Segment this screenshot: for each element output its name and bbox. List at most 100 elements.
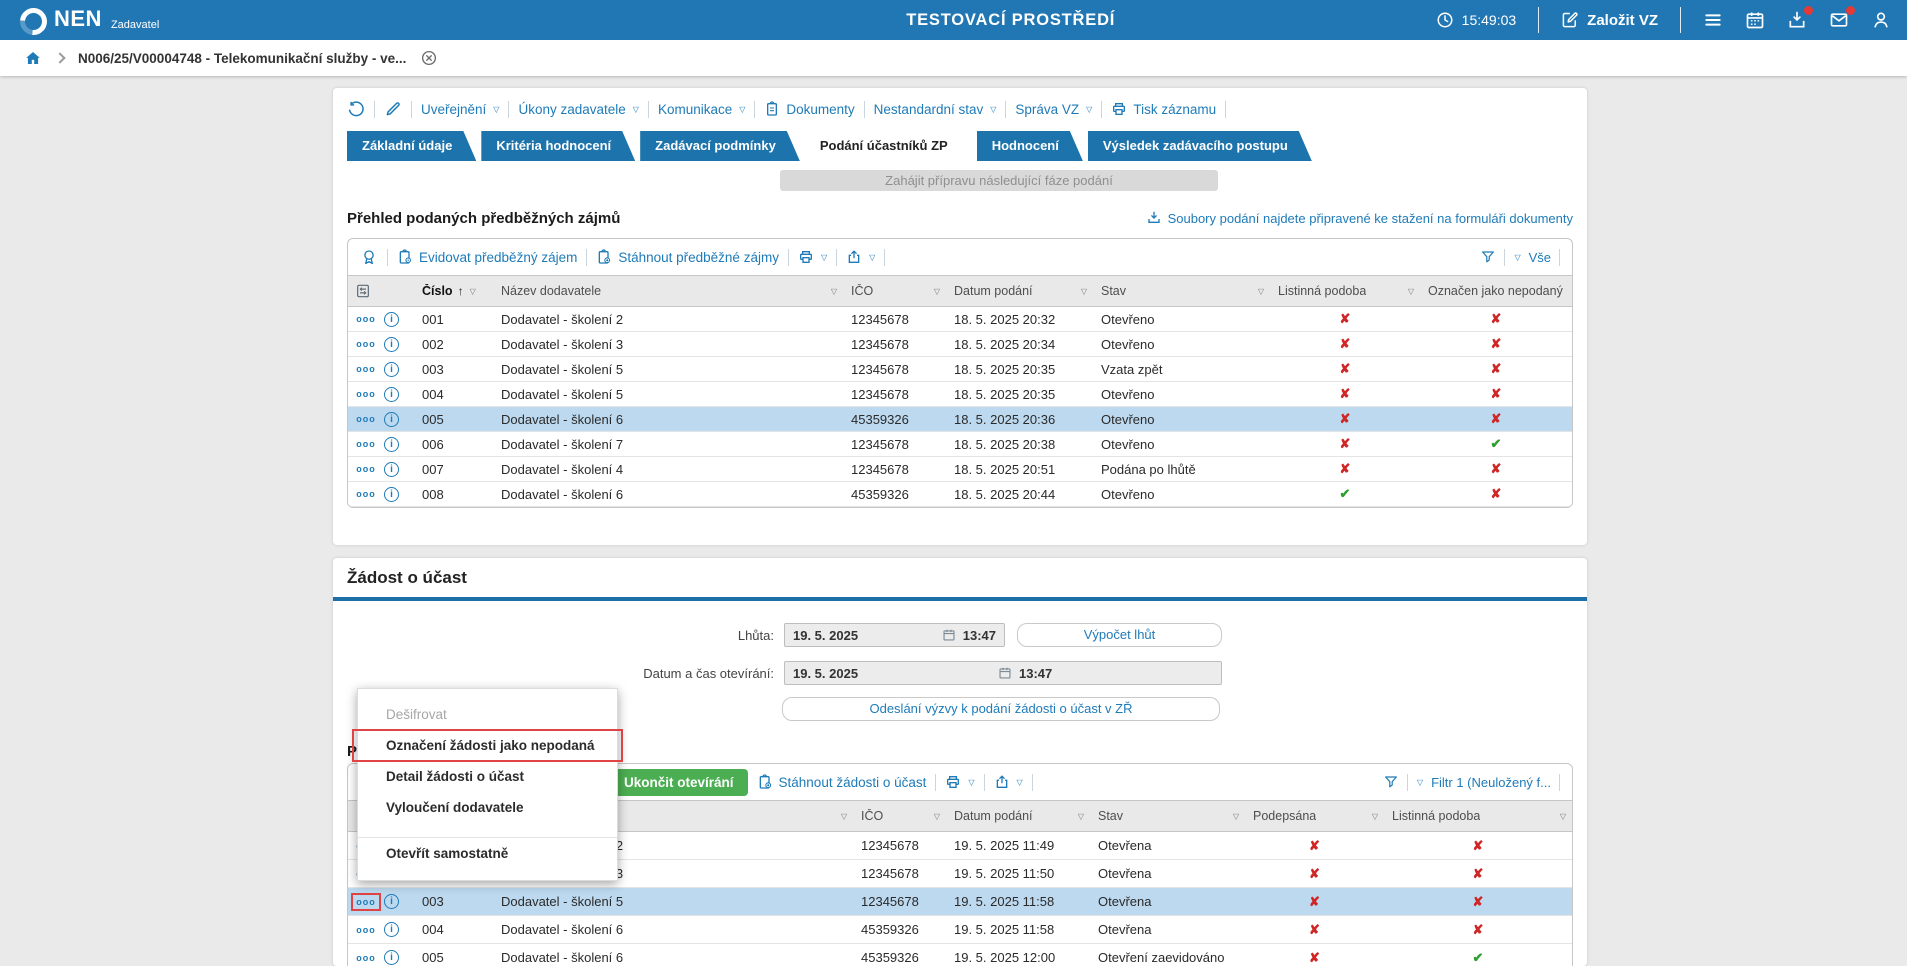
create-vz-button[interactable]: Založit VZ — [1561, 11, 1658, 29]
info-icon[interactable]: i — [384, 312, 399, 327]
table-row[interactable]: ooo i 005 Dodavatel - školení 6 45359326… — [348, 407, 1572, 432]
column-header-cislo[interactable]: Číslo ↑ ▽ — [414, 276, 493, 306]
menu-uverejneni[interactable]: Uveřejnění▽ — [421, 102, 499, 117]
stahnout-predbezne-zajmy-button[interactable]: Stáhnout předběžné zájmy — [596, 249, 779, 265]
main-menu-button[interactable] — [1703, 10, 1723, 30]
menu-ukony-zadavatele[interactable]: Úkony zadavatele▽ — [518, 102, 638, 117]
info-icon[interactable]: i — [384, 337, 399, 352]
filter-preset-value[interactable]: Vše — [1529, 250, 1551, 265]
ukoncit-oteviani-button[interactable]: Ukončit otevírání — [610, 769, 748, 796]
breadcrumb-item[interactable]: N006/25/V00004748 - Telekomunikační služ… — [78, 51, 406, 66]
row-actions-button[interactable]: ooo — [356, 953, 376, 963]
close-tab-icon[interactable] — [420, 49, 438, 67]
filter-chevron-icon[interactable]: ▽ — [1258, 287, 1264, 296]
table-row[interactable]: ooo i 006 Dodavatel - školení 7 12345678… — [348, 432, 1572, 457]
print-table-button[interactable]: ▽ — [798, 249, 827, 265]
filter-chevron-icon[interactable]: ▽ — [831, 287, 837, 296]
info-icon[interactable]: i — [384, 387, 399, 402]
filter-icon[interactable] — [1383, 774, 1399, 790]
table-row[interactable]: ooo i 008 Dodavatel - školení 6 45359326… — [348, 482, 1572, 507]
stahnout-zadosti-button[interactable]: Stáhnout žádosti o účast — [757, 774, 927, 790]
table-row[interactable]: ooo i 004 Dodavatel - školení 5 12345678… — [348, 382, 1572, 407]
user-profile-button[interactable] — [1871, 10, 1891, 30]
column-header-nepodany[interactable]: Označen jako nepodaný — [1420, 276, 1572, 306]
export-table-button[interactable]: ▽ — [994, 774, 1023, 790]
info-icon[interactable]: i — [384, 894, 399, 909]
info-icon[interactable]: i — [384, 437, 399, 452]
tab[interactable]: Kritéria hodnocení — [481, 131, 635, 161]
menu-komunikace[interactable]: Komunikace▽ — [658, 102, 745, 117]
menu-sprava-vz[interactable]: Správa VZ▽ — [1015, 102, 1092, 117]
info-icon[interactable]: i — [384, 950, 399, 965]
rosette-icon[interactable] — [360, 248, 378, 266]
column-header-datum[interactable]: Datum podání▽ — [946, 276, 1093, 306]
tab[interactable]: Hodnocení — [977, 131, 1083, 161]
chevron-down-icon[interactable]: ▽ — [1417, 778, 1423, 787]
column-header-stav[interactable]: Stav▽ — [1093, 276, 1270, 306]
context-menu-item[interactable]: Detail žádosti o účast — [358, 761, 617, 792]
calendar-mini-icon[interactable] — [942, 628, 956, 642]
calendar-mini-icon[interactable] — [998, 666, 1012, 680]
lhuta-date-value[interactable]: 19. 5. 2025 — [793, 628, 858, 643]
row-actions-button[interactable]: ooo — [356, 464, 376, 474]
table-row[interactable]: ooo i 004 Dodavatel - školení 6 45359326… — [348, 916, 1572, 944]
info-icon[interactable]: i — [384, 922, 399, 937]
start-next-phase-button[interactable]: Zahájit přípravu následující fáze podání — [780, 170, 1218, 191]
messages-button[interactable] — [1829, 10, 1849, 30]
filter-chevron-icon[interactable]: ▽ — [1078, 812, 1084, 821]
table-row[interactable]: ooo i 007 Dodavatel - školení 4 12345678… — [348, 457, 1572, 482]
filter-chevron-icon[interactable]: ▽ — [841, 812, 847, 821]
tab[interactable]: Základní údaje — [347, 131, 476, 161]
history-icon[interactable] — [347, 100, 365, 118]
table-row[interactable]: ooo i 002 Dodavatel - školení 3 12345678… — [348, 332, 1572, 357]
table-row[interactable]: ooo i 001 Dodavatel - školení 2 12345678… — [348, 307, 1572, 332]
downloads-button[interactable] — [1787, 10, 1807, 30]
row-actions-button[interactable]: ooo — [356, 339, 376, 349]
filter-chevron-icon[interactable]: ▽ — [934, 812, 940, 821]
column-header-listinna[interactable]: Listinná podoba▽ — [1270, 276, 1420, 306]
row-actions-button[interactable]: ooo — [356, 389, 376, 399]
app-logo[interactable]: NEN Zadavatel — [0, 6, 159, 35]
oteviani-input[interactable]: 19. 5. 2025 13:47 — [784, 661, 1222, 685]
column-header-podepsana[interactable]: Podepsána▽ — [1245, 801, 1384, 831]
tab[interactable]: Podání účastníků ZP — [805, 131, 972, 161]
column-settings-icon[interactable] — [355, 283, 371, 299]
info-icon[interactable]: i — [384, 487, 399, 502]
column-header-stav[interactable]: Stav▽ — [1090, 801, 1245, 831]
home-icon[interactable] — [24, 49, 42, 67]
tab[interactable]: Výsledek zadávacího postupu — [1088, 131, 1312, 161]
export-table-button[interactable]: ▽ — [846, 249, 875, 265]
oteviani-date-value[interactable]: 19. 5. 2025 — [793, 666, 991, 681]
column-header-nazev[interactable]: Název dodavatele▽ — [493, 276, 843, 306]
info-icon[interactable]: i — [384, 412, 399, 427]
row-actions-button[interactable]: ooo — [356, 439, 376, 449]
row-actions-button[interactable]: ooo — [356, 364, 376, 374]
column-header-ico[interactable]: IČO▽ — [843, 276, 946, 306]
context-menu-item[interactable]: Dešifrovat — [358, 699, 617, 730]
filter-chevron-icon[interactable]: ▽ — [934, 287, 940, 296]
column-header-listinna[interactable]: Listinná podoba▽ — [1384, 801, 1572, 831]
table-row[interactable]: ooo i 003 Dodavatel - školení 5 12345678… — [348, 888, 1572, 916]
filter-chevron-icon[interactable]: ▽ — [1560, 812, 1566, 821]
table-row[interactable]: ooo i 003 Dodavatel - školení 5 12345678… — [348, 357, 1572, 382]
context-menu-item[interactable]: Vyloučení dodavatele — [358, 792, 617, 823]
info-icon[interactable]: i — [384, 462, 399, 477]
submissions-download-link[interactable]: Soubory podání najdete připravené ke sta… — [1146, 210, 1573, 226]
row-actions-button[interactable]: ooo — [356, 414, 376, 424]
oteviani-time-value[interactable]: 13:47 — [1019, 666, 1052, 681]
menu-nestandardni-stav[interactable]: Nestandardní stav▽ — [874, 102, 997, 117]
filter-chevron-icon[interactable]: ▽ — [470, 287, 476, 296]
row-actions-button[interactable]: ooo — [356, 897, 376, 907]
row-actions-button[interactable]: ooo — [356, 489, 376, 499]
column-header-ico[interactable]: IČO▽ — [853, 801, 946, 831]
table-row[interactable]: ooo i 005 Dodavatel - školení 6 45359326… — [348, 944, 1572, 966]
filter-icon[interactable] — [1480, 249, 1496, 265]
filter-chevron-icon[interactable]: ▽ — [1081, 287, 1087, 296]
context-menu-item[interactable]: Otevřít samostatně — [358, 837, 617, 868]
odeslani-vyzvy-button[interactable]: Odeslání výzvy k podání žádosti o účast … — [782, 697, 1220, 721]
menu-dokumenty[interactable]: Dokumenty — [764, 101, 854, 117]
lhuta-time-value[interactable]: 13:47 — [963, 628, 996, 643]
filter-chevron-icon[interactable]: ▽ — [1233, 812, 1239, 821]
lhuta-input[interactable]: 19. 5. 2025 13:47 — [784, 623, 1005, 647]
chevron-down-icon[interactable]: ▽ — [1514, 253, 1520, 262]
